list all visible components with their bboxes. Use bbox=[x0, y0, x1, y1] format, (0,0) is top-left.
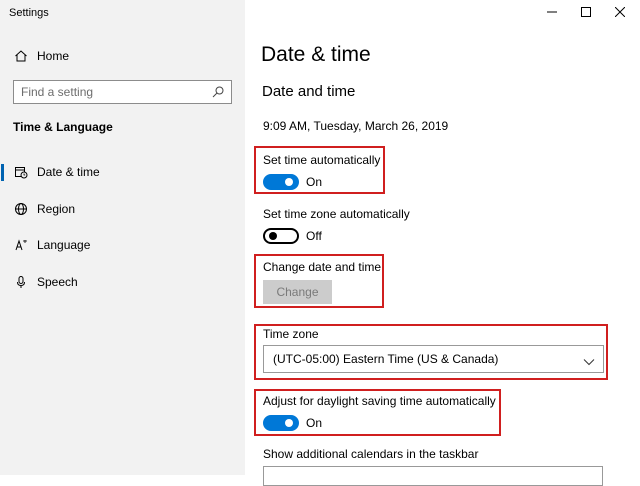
minimize-icon bbox=[547, 4, 557, 22]
set-timezone-auto-label: Set time zone automatically bbox=[263, 207, 410, 221]
section-heading: Time & Language bbox=[13, 120, 113, 134]
active-indicator bbox=[1, 164, 4, 181]
close-icon bbox=[614, 4, 626, 22]
sidebar-item-label: Language bbox=[37, 238, 91, 252]
highlight-box bbox=[254, 324, 608, 380]
minimize-button[interactable] bbox=[538, 2, 566, 24]
section-subtitle: Date and time bbox=[262, 83, 356, 100]
sidebar-item-label: Region bbox=[37, 202, 76, 216]
globe-icon bbox=[13, 201, 29, 217]
search-icon[interactable] bbox=[211, 85, 225, 99]
additional-calendars-select[interactable] bbox=[263, 466, 603, 486]
window-title: Settings bbox=[9, 7, 49, 19]
highlight-box bbox=[254, 389, 501, 436]
settings-window: Settings Home Time & Language Date & tim… bbox=[0, 0, 640, 486]
sidebar-item-date-time[interactable]: Date & time bbox=[0, 157, 245, 187]
search-input[interactable] bbox=[14, 81, 211, 103]
sidebar: Settings Home Time & Language Date & tim… bbox=[0, 0, 245, 475]
close-button[interactable] bbox=[606, 2, 634, 24]
calendar-clock-icon bbox=[13, 164, 29, 180]
sidebar-item-label: Date & time bbox=[37, 165, 100, 179]
maximize-button[interactable] bbox=[572, 2, 600, 24]
microphone-icon bbox=[13, 274, 29, 290]
toggle-knob bbox=[269, 232, 277, 240]
highlight-box bbox=[254, 254, 384, 308]
current-datetime: 9:09 AM, Tuesday, March 26, 2019 bbox=[263, 119, 449, 133]
home-icon bbox=[13, 48, 29, 64]
sidebar-item-language[interactable]: Language bbox=[0, 230, 245, 260]
sidebar-item-home[interactable]: Home bbox=[0, 41, 245, 71]
additional-calendars-label: Show additional calendars in the taskbar bbox=[263, 447, 479, 461]
highlight-box bbox=[254, 146, 385, 194]
sidebar-item-label: Home bbox=[37, 49, 70, 63]
language-icon bbox=[13, 237, 29, 253]
sidebar-item-speech[interactable]: Speech bbox=[0, 267, 245, 297]
maximize-icon bbox=[581, 4, 591, 22]
search-box[interactable] bbox=[13, 80, 232, 104]
set-timezone-auto-toggle[interactable] bbox=[263, 228, 299, 244]
page-title: Date & time bbox=[261, 43, 371, 66]
sidebar-item-label: Speech bbox=[37, 275, 78, 289]
sidebar-item-region[interactable]: Region bbox=[0, 194, 245, 224]
toggle-state: Off bbox=[306, 229, 322, 243]
